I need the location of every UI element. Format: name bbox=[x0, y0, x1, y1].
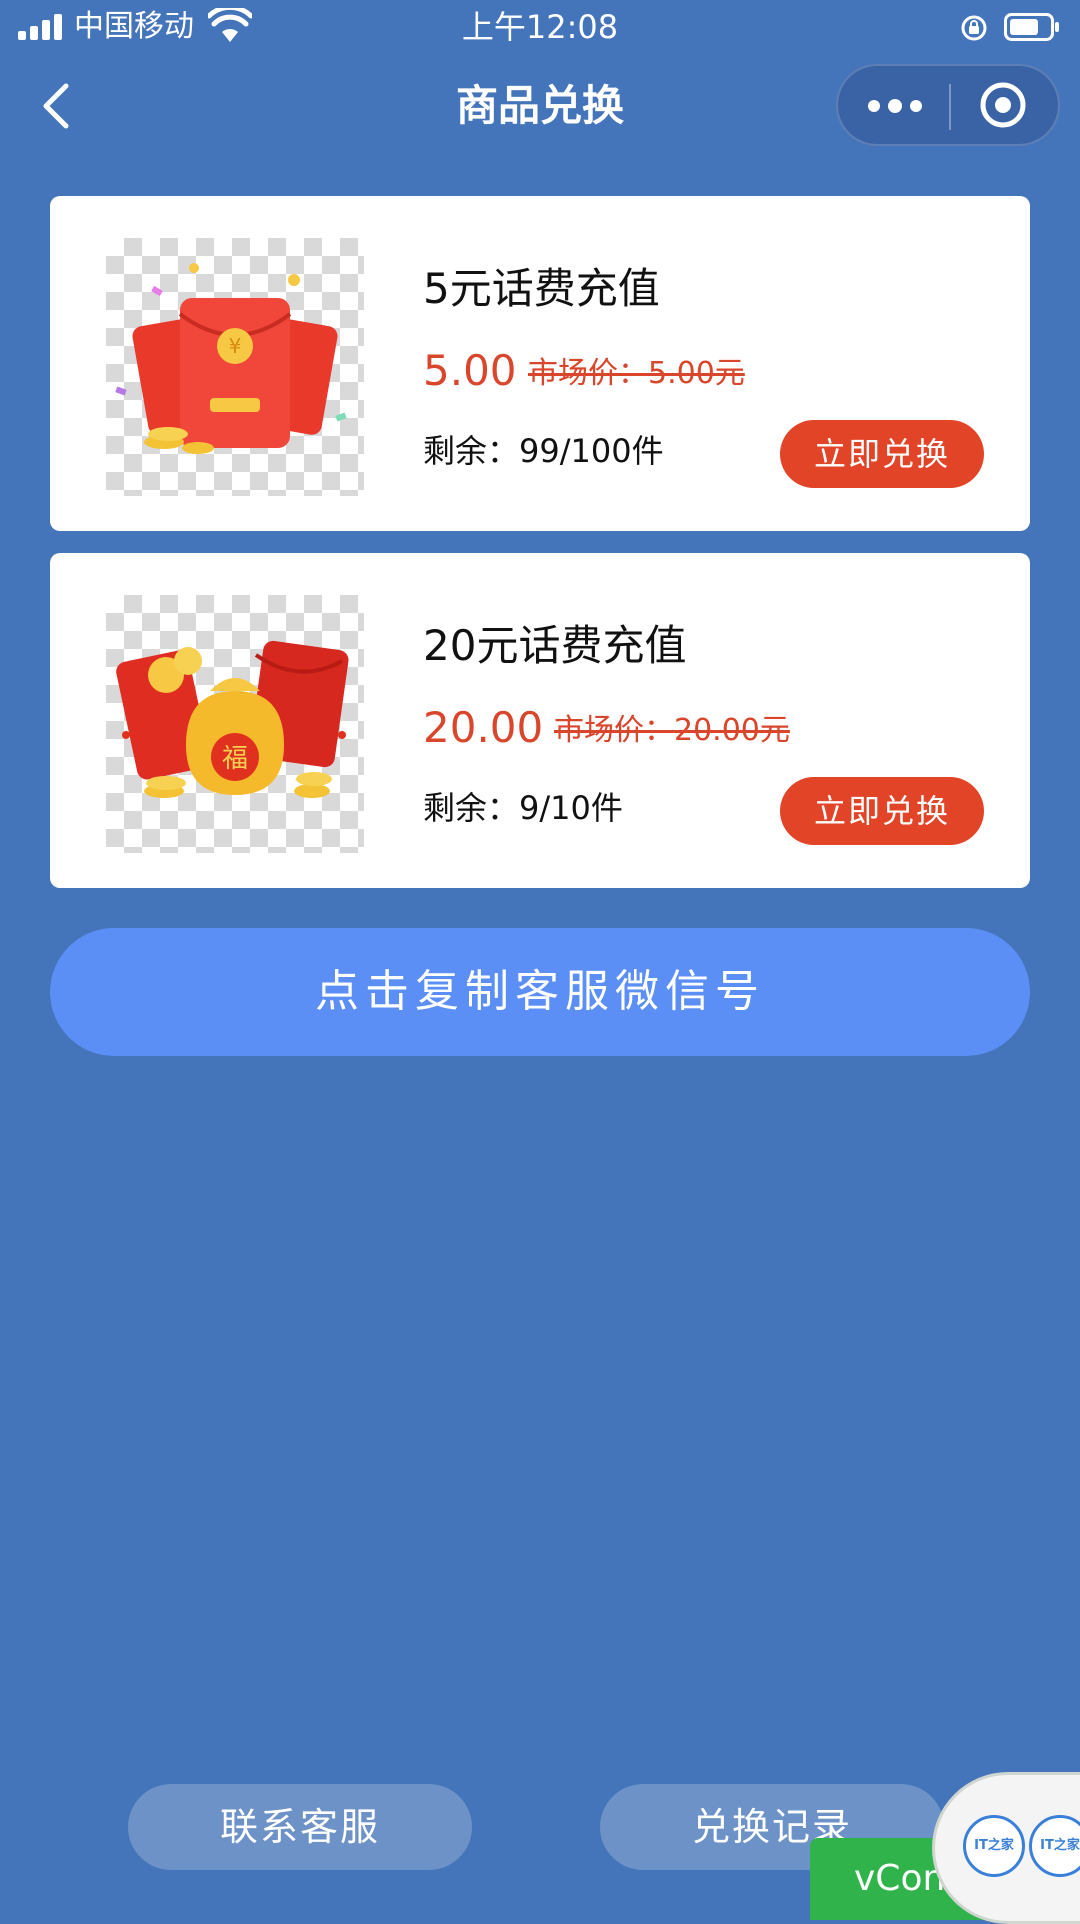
nav-bar: 商品兑换 bbox=[0, 60, 1080, 152]
stock-label: 剩余： bbox=[423, 789, 520, 827]
ithome-logo-icon: IT之家 bbox=[1029, 1815, 1080, 1877]
product-name: 20元话费充值 bbox=[423, 621, 687, 670]
market-price: 市场价：20.00元 bbox=[554, 713, 790, 748]
svg-text:福: 福 bbox=[222, 744, 248, 774]
mini-program-capsule bbox=[836, 64, 1060, 146]
stock-info: 剩余：99/100件 bbox=[423, 429, 664, 473]
redeem-button[interactable]: 立即兑换 bbox=[780, 420, 984, 488]
product-price: 20.00 bbox=[423, 703, 544, 752]
redeem-button[interactable]: 立即兑换 bbox=[780, 777, 984, 845]
clock: 上午12:08 bbox=[461, 8, 619, 46]
market-price: 市场价：5.00元 bbox=[528, 356, 745, 391]
stock-value: 9/10件 bbox=[519, 789, 623, 827]
stock-info: 剩余：9/10件 bbox=[423, 786, 623, 830]
product-card: 福 20元话费充值 20.00 市场价：20.00元 剩余：9/10件 立即兑换 bbox=[50, 553, 1030, 888]
fortune-bag-red-envelope-icon: 福 bbox=[116, 640, 349, 798]
product-image: ¥ bbox=[106, 238, 364, 496]
product-card: ¥ 5元话费充值 5.00 市场价：5.00元 剩余：99/100件 立即兑换 bbox=[50, 196, 1030, 531]
stock-label: 剩余： bbox=[423, 432, 520, 470]
product-name: 5元话费充值 bbox=[423, 264, 660, 313]
battery-icon bbox=[1004, 13, 1059, 41]
stock-value: 99/100件 bbox=[519, 432, 664, 470]
close-mini-program-icon[interactable] bbox=[951, 66, 1060, 144]
copy-wechat-button[interactable]: 点击复制客服微信号 bbox=[50, 928, 1030, 1056]
floating-widget[interactable]: IT之家 IT之家 bbox=[932, 1772, 1080, 1924]
rotation-lock-icon bbox=[961, 15, 987, 41]
product-price: 5.00 bbox=[423, 346, 517, 395]
status-bar: 中国移动 上午12:08 bbox=[0, 0, 1080, 54]
svg-text:¥: ¥ bbox=[229, 334, 242, 358]
more-button[interactable] bbox=[838, 66, 949, 144]
ithome-logo-icon: IT之家 bbox=[963, 1815, 1025, 1877]
contact-service-button[interactable]: 联系客服 bbox=[128, 1784, 472, 1870]
product-image: 福 bbox=[106, 595, 364, 853]
red-envelope-coins-icon: ¥ bbox=[115, 263, 347, 454]
